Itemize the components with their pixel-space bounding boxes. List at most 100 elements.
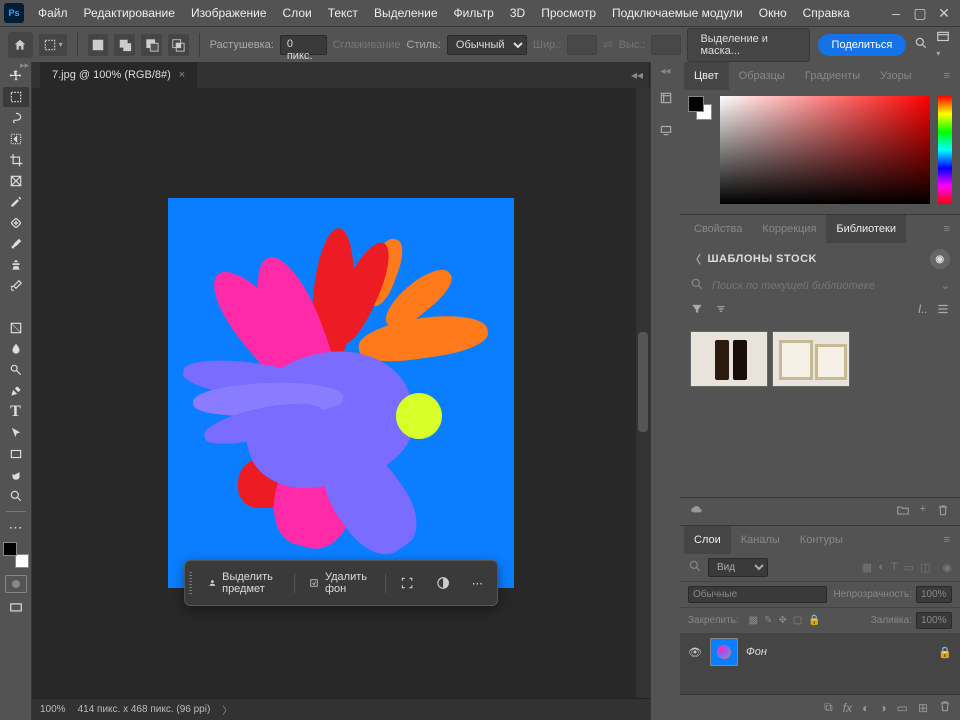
hue-slider[interactable] — [938, 96, 952, 204]
transform-icon[interactable] — [390, 570, 424, 596]
feather-input[interactable]: 0 пикс. — [280, 35, 327, 55]
tab-libraries[interactable]: Библиотеки — [826, 215, 906, 243]
lock-paint-icon[interactable]: ✎ — [764, 615, 772, 626]
document-tab[interactable]: 7.jpg @ 100% (RGB/8#) × — [40, 62, 197, 88]
filter-type-icon[interactable]: T — [891, 561, 898, 574]
link-layers-icon[interactable]: ⧉ — [824, 700, 833, 715]
user-avatar-icon[interactable]: ◉ — [930, 249, 950, 269]
share-button[interactable]: Поделиться — [818, 34, 907, 56]
tab-swatches[interactable]: Образцы — [729, 62, 795, 90]
tab-properties[interactable]: Свойства — [684, 215, 752, 243]
close-window-button[interactable]: ✕ — [932, 3, 956, 23]
close-tab-icon[interactable]: × — [179, 69, 185, 81]
new-group-icon[interactable]: ▭ — [897, 701, 908, 715]
lock-artboard-icon[interactable]: ▢ — [793, 615, 802, 626]
tab-gradients[interactable]: Градиенты — [795, 62, 870, 90]
props-panel-menu-icon[interactable]: ≡ — [938, 223, 956, 235]
panel-collapse-icon[interactable]: ◂◂ — [631, 68, 649, 82]
menu-image[interactable]: Изображение — [183, 0, 275, 26]
lock-all-icon[interactable]: 🔒 — [808, 615, 820, 626]
tab-adjustments[interactable]: Коррекция — [752, 215, 826, 243]
canvas-viewport[interactable]: Выделить предмет Удалить фон ⋯ — [32, 88, 650, 698]
healing-brush-tool[interactable] — [3, 213, 29, 233]
clone-stamp-tool[interactable] — [3, 255, 29, 275]
search-dropdown-icon[interactable]: ⌄ — [941, 279, 950, 292]
adjustment-icon[interactable] — [426, 570, 460, 596]
rail-collapse-icon[interactable]: ◂◂ — [660, 66, 670, 77]
layers-panel-menu-icon[interactable]: ≡ — [938, 534, 956, 546]
brush-tool[interactable] — [3, 234, 29, 254]
layer-filter-kind[interactable]: Вид — [708, 558, 768, 577]
layer-name[interactable]: Фон — [746, 646, 767, 658]
menu-select[interactable]: Выделение — [366, 0, 446, 26]
add-selection-icon[interactable] — [114, 34, 135, 56]
canvas[interactable] — [168, 198, 514, 588]
history-brush-tool[interactable] — [3, 276, 29, 296]
quick-mask-button[interactable] — [5, 575, 27, 593]
workspace-switcher-icon[interactable]: ▾ — [936, 30, 952, 59]
fill-input[interactable] — [916, 612, 952, 629]
library-search-input[interactable] — [712, 280, 933, 292]
layer-filter-search-icon[interactable] — [688, 559, 702, 576]
rail-icon-2[interactable] — [655, 119, 677, 141]
color-fgbg-swatches[interactable] — [688, 96, 712, 120]
status-nav-icon[interactable]: 〉 — [222, 702, 232, 717]
menu-plugins[interactable]: Подключаемые модули — [604, 0, 751, 26]
lib-folder-icon[interactable] — [896, 503, 910, 520]
taskbar-drag-handle[interactable] — [189, 572, 192, 594]
zoom-level[interactable]: 100% — [40, 704, 66, 715]
tab-color[interactable]: Цвет — [684, 62, 729, 90]
lasso-tool[interactable] — [3, 108, 29, 128]
filter-toggle-icon[interactable]: ◉ — [942, 561, 952, 574]
filter-pixel-icon[interactable]: ▦ — [862, 561, 872, 574]
menu-help[interactable]: Справка — [795, 0, 858, 26]
lock-position-icon[interactable]: ✥ — [779, 615, 787, 626]
blend-mode-select[interactable]: Обычные — [688, 586, 827, 603]
remove-background-button[interactable]: Удалить фон — [299, 565, 381, 601]
layer-mask-icon[interactable]: ◐ — [862, 701, 869, 715]
opacity-input[interactable] — [916, 586, 952, 603]
menu-file[interactable]: Файл — [30, 0, 76, 26]
type-tool[interactable]: T — [3, 402, 29, 422]
color-panel-menu-icon[interactable]: ≡ — [938, 70, 956, 82]
frame-tool[interactable] — [3, 171, 29, 191]
menu-layers[interactable]: Слои — [275, 0, 320, 26]
vertical-scrollbar[interactable] — [636, 88, 650, 698]
more-options-icon[interactable]: ⋯ — [462, 571, 493, 596]
eyedropper-tool[interactable] — [3, 192, 29, 212]
library-back-icon[interactable]: 〈 — [690, 251, 702, 267]
tab-channels[interactable]: Каналы — [731, 526, 790, 554]
home-button[interactable] — [8, 32, 33, 58]
new-selection-icon[interactable] — [88, 34, 109, 56]
layer-thumbnail[interactable] — [710, 638, 738, 666]
move-tool[interactable] — [3, 66, 29, 86]
search-icon[interactable] — [914, 36, 928, 53]
gradient-tool[interactable] — [3, 318, 29, 338]
view-mode-2-icon[interactable] — [936, 302, 950, 319]
filter-shape-icon[interactable]: ▭ — [904, 561, 914, 574]
menu-3d[interactable]: 3D — [502, 0, 533, 26]
filter-adjust-icon[interactable]: ◐ — [878, 561, 885, 574]
rectangle-tool[interactable] — [3, 444, 29, 464]
blur-tool[interactable] — [3, 339, 29, 359]
lib-trash-icon[interactable] — [936, 503, 950, 520]
sort-icon[interactable] — [714, 302, 728, 319]
layer-fx-icon[interactable]: fx — [843, 701, 852, 715]
lock-transparency-icon[interactable]: ▩ — [749, 615, 758, 626]
crop-tool[interactable] — [3, 150, 29, 170]
layer-row[interactable]: 👁 Фон 🔒 — [680, 634, 960, 670]
library-asset-2[interactable] — [772, 331, 850, 387]
menu-view[interactable]: Просмотр — [533, 0, 604, 26]
filter-icon[interactable] — [690, 302, 704, 319]
eraser-tool[interactable] — [3, 297, 29, 317]
rail-icon-1[interactable] — [655, 87, 677, 109]
subtract-selection-icon[interactable] — [141, 34, 162, 56]
menu-window[interactable]: Окно — [751, 0, 795, 26]
style-select[interactable]: Обычный — [447, 35, 527, 55]
menu-edit[interactable]: Редактирование — [76, 0, 183, 26]
minimize-button[interactable]: ‒ — [884, 3, 908, 23]
document-info[interactable]: 414 пикс. x 468 пикс. (96 ppi) — [78, 704, 211, 715]
edit-toolbar-icon[interactable]: ⋯ — [3, 517, 29, 537]
tab-patterns[interactable]: Узоры — [870, 62, 921, 90]
screen-mode-button[interactable] — [3, 598, 29, 618]
